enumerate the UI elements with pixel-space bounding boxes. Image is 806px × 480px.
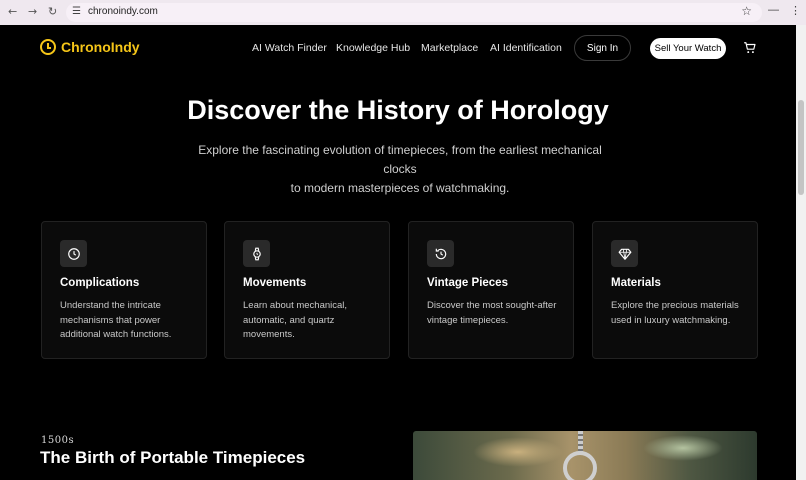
menu-kebab-icon[interactable]: ⋮ xyxy=(790,4,801,17)
history-icon xyxy=(427,240,454,267)
card-complications[interactable]: Complications Understand the intricate m… xyxy=(41,221,207,359)
url-text: chronoindy.com xyxy=(88,6,158,17)
card-title: Movements xyxy=(243,277,307,289)
card-title: Vintage Pieces xyxy=(427,277,508,289)
reload-icon[interactable]: ↻ xyxy=(48,5,57,18)
bookmark-star-icon[interactable]: ☆ xyxy=(741,4,752,18)
nav-knowledge-hub[interactable]: Knowledge Hub xyxy=(336,42,410,54)
back-icon[interactable]: ← xyxy=(8,5,17,18)
logo-clock-icon xyxy=(40,39,56,55)
card-movements[interactable]: Movements Learn about mechanical, automa… xyxy=(224,221,390,359)
site-info-icon[interactable]: ☰ xyxy=(72,6,81,17)
page-scrollbar[interactable] xyxy=(796,25,806,480)
card-materials[interactable]: Materials Explore the precious materials… xyxy=(592,221,758,359)
cart-icon[interactable] xyxy=(743,41,757,55)
logo[interactable]: ChronoIndy xyxy=(40,39,140,55)
card-description: Learn about mechanical, automatic, and q… xyxy=(243,300,348,340)
address-bar[interactable]: ☰ chronoindy.com ☆ xyxy=(66,3,762,22)
forward-icon[interactable]: → xyxy=(28,5,37,18)
hero-subtitle: Explore the fascinating evolution of tim… xyxy=(180,141,620,198)
section-title: The Birth of Portable Timepieces xyxy=(40,448,306,467)
clock-icon xyxy=(60,240,87,267)
scrollbar-thumb[interactable] xyxy=(798,100,804,195)
nav-marketplace[interactable]: Marketplace xyxy=(421,42,478,54)
hero-subtitle-line-2: to modern masterpieces of watchmaking. xyxy=(290,181,510,195)
page-content: ChronoIndy AI Watch Finder Knowledge Hub… xyxy=(0,25,796,480)
card-title: Materials xyxy=(611,277,661,289)
sign-in-button[interactable]: Sign In xyxy=(574,35,631,61)
card-title: Complications xyxy=(60,277,140,289)
card-vintage-pieces[interactable]: Vintage Pieces Discover the most sought-… xyxy=(408,221,574,359)
era-label: 1500s xyxy=(41,435,75,446)
pocket-watch-photo xyxy=(413,431,757,480)
sell-your-watch-button[interactable]: Sell Your Watch xyxy=(650,38,726,59)
hero-subtitle-line-1: Explore the fascinating evolution of tim… xyxy=(198,143,602,176)
card-description: Discover the most sought-after vintage t… xyxy=(427,300,557,326)
logo-text: ChronoIndy xyxy=(61,39,140,55)
browser-toolbar: ← → ↻ ☰ chronoindy.com ☆ — ⋮ xyxy=(0,0,806,25)
extensions-icon[interactable]: — xyxy=(768,4,779,16)
gem-icon xyxy=(611,240,638,267)
nav-ai-watch-finder[interactable]: AI Watch Finder xyxy=(252,42,327,54)
nav-ai-identification[interactable]: AI Identification xyxy=(490,42,562,54)
watch-icon xyxy=(243,240,270,267)
card-description: Explore the precious materials used in l… xyxy=(611,300,739,326)
hero-title: Discover the History of Horology xyxy=(187,95,609,125)
card-description: Understand the intricate mechanisms that… xyxy=(60,300,172,340)
